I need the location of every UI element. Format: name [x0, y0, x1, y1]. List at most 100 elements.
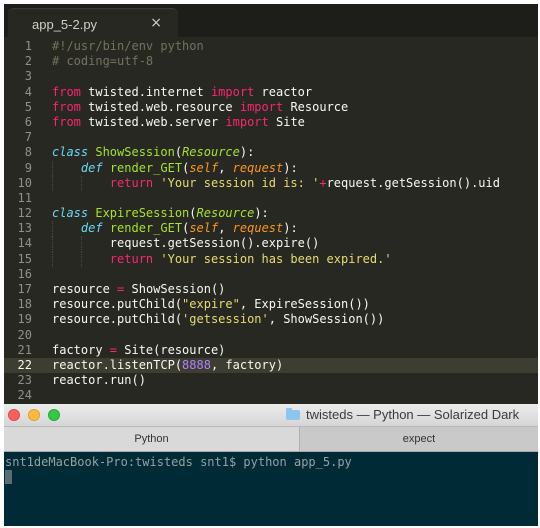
code-token: from: [52, 84, 81, 99]
code-line[interactable]: 7: [4, 130, 538, 145]
terminal-output[interactable]: snt1deMacBook-Pro:twisteds snt1$ python …: [4, 452, 538, 526]
code-line[interactable]: 1 #!/usr/bin/env python: [4, 39, 538, 54]
code-text: reactor.listenTCP(8888, factory): [52, 358, 283, 373]
code-line[interactable]: 17 resource = ShowSession(): [4, 282, 538, 297]
code-text: resource = ShowSession(): [52, 282, 225, 297]
line-number: 11: [17, 190, 32, 205]
terminal-tab-expect[interactable]: expect: [300, 427, 538, 451]
code-text: request.getSession().expire(): [52, 236, 320, 251]
code-text: def render_GET(self, request):: [52, 161, 298, 176]
line-number: 10: [17, 175, 32, 190]
code-token: , factory): [210, 357, 284, 372]
indent-guide: [52, 236, 53, 252]
code-line[interactable]: 6 from twisted.web.server import Site: [4, 115, 538, 130]
code-line[interactable]: 12 class ExpireSession(Resource):: [4, 206, 538, 221]
close-icon[interactable]: ×: [150, 15, 162, 31]
indent-guide: [80, 236, 82, 252]
line-number: 15: [17, 251, 32, 266]
line-number: 1: [24, 39, 32, 53]
code-token: ,: [218, 221, 233, 236]
code-line[interactable]: 8 class ShowSession(Resource):: [4, 145, 538, 160]
line-number: 23: [17, 373, 32, 388]
code-line[interactable]: 24: [4, 388, 538, 403]
code-line[interactable]: 14 request.getSession().expire(): [4, 236, 538, 252]
indent-guide: [52, 175, 53, 191]
zoom-window-icon[interactable]: [48, 409, 60, 421]
code-text: from twisted.internet import reactor: [52, 85, 312, 100]
code-token: self: [189, 221, 219, 236]
code-token: , ShowSession()): [268, 312, 385, 327]
line-number: 6: [24, 114, 32, 129]
code-token: 'Your session has been expired.': [160, 251, 392, 266]
code-token: return: [109, 251, 154, 266]
code-line[interactable]: 21 factory = Site(resource): [4, 343, 538, 358]
code-line[interactable]: 13 def render_GET(self, request):: [4, 221, 538, 237]
code-line[interactable]: 18 resource.putChild("expire", ExpireSess…: [4, 297, 538, 312]
code-token: request: [232, 160, 284, 175]
code-area[interactable]: 1 #!/usr/bin/env python 2 # coding=utf-8 3 4 f…: [4, 39, 538, 404]
code-line[interactable]: 2 # coding=utf-8: [4, 54, 538, 69]
code-token: resource.putChild(: [52, 297, 183, 312]
editor-tab-title[interactable]: app_5-2.py: [32, 17, 97, 32]
code-line[interactable]: 9 def render_GET(self, request):: [4, 160, 538, 176]
code-line[interactable]: 23 reactor.run(): [4, 373, 538, 388]
code-token: # coding=utf-8: [52, 54, 154, 69]
code-text: return 'Your session has been expired.': [52, 252, 392, 267]
code-line[interactable]: 5 from twisted.web.resource import Resour…: [4, 100, 538, 115]
line-number: 19: [17, 312, 32, 327]
code-token: ):: [283, 160, 298, 175]
code-token: ):: [254, 206, 269, 221]
code-line[interactable]: 22 reactor.listenTCP(8888, factory): [4, 357, 538, 374]
code-line[interactable]: 11: [4, 191, 538, 206]
code-token: request.getSession().uid: [326, 175, 500, 190]
folder-icon: [286, 408, 300, 420]
code-line[interactable]: 19 resource.putChild('getsession', ShowSe…: [4, 312, 538, 327]
code-token: Resource: [196, 206, 255, 221]
code-token: ,: [218, 160, 233, 175]
code-text: class ExpireSession(Resource):: [52, 206, 269, 221]
indent-guide: [52, 160, 53, 176]
code-token: from: [52, 99, 81, 114]
code-token: ):: [239, 145, 255, 160]
code-line[interactable]: 4 from twisted.internet import reactor: [4, 85, 538, 100]
code-token: 8888: [182, 357, 211, 372]
code-line[interactable]: 3: [4, 69, 538, 84]
terminal-window[interactable]: twisteds — Python — Solarized Dark Pytho…: [4, 404, 538, 526]
code-token: =: [109, 342, 118, 357]
code-line[interactable]: 10 return 'Your session id is: '+request…: [4, 175, 538, 191]
code-text: from twisted.web.resource import Resourc…: [52, 100, 348, 115]
line-number: 13: [17, 221, 32, 236]
code-token: ShowSession: [95, 145, 175, 160]
code-token: def: [80, 221, 103, 236]
code-token: render_GET: [109, 160, 183, 175]
code-line[interactable]: 15 return 'Your session has been expired…: [4, 251, 538, 267]
code-line[interactable]: 16: [4, 267, 538, 282]
terminal-tab-python[interactable]: Python: [4, 427, 300, 451]
code-token: class: [52, 206, 89, 221]
code-text: class ShowSession(Resource):: [52, 145, 254, 160]
code-token: reactor: [254, 84, 313, 99]
terminal-title-bar[interactable]: twisteds — Python — Solarized Dark: [4, 404, 538, 427]
code-text: resource.putChild("expire", ExpireSessio…: [52, 297, 370, 312]
editor-tab[interactable]: app_5-2.py ×: [8, 8, 178, 38]
line-number: 8: [24, 145, 32, 160]
minimize-window-icon[interactable]: [28, 409, 40, 421]
code-line[interactable]: 20: [4, 328, 538, 343]
code-text: from twisted.web.server import Site: [52, 115, 305, 130]
terminal-prompt-line: snt1deMacBook-Pro:twisteds snt1$ python …: [5, 455, 352, 469]
code-token: from: [52, 114, 81, 129]
code-token: resource.putChild(: [52, 312, 183, 327]
code-token: ExpireSession: [95, 206, 190, 221]
close-window-icon[interactable]: [8, 409, 20, 421]
code-token: return: [109, 175, 154, 190]
code-token: ShowSession(): [124, 282, 226, 296]
line-number: 3: [24, 69, 32, 84]
code-token: Resource: [283, 99, 349, 114]
line-number: 7: [24, 130, 32, 145]
code-editor[interactable]: app_5-2.py × 1 #!/usr/bin/env python 2 # co…: [4, 4, 538, 404]
code-token: (: [189, 206, 197, 221]
code-token: def: [80, 160, 103, 175]
code-token: import: [210, 84, 255, 99]
